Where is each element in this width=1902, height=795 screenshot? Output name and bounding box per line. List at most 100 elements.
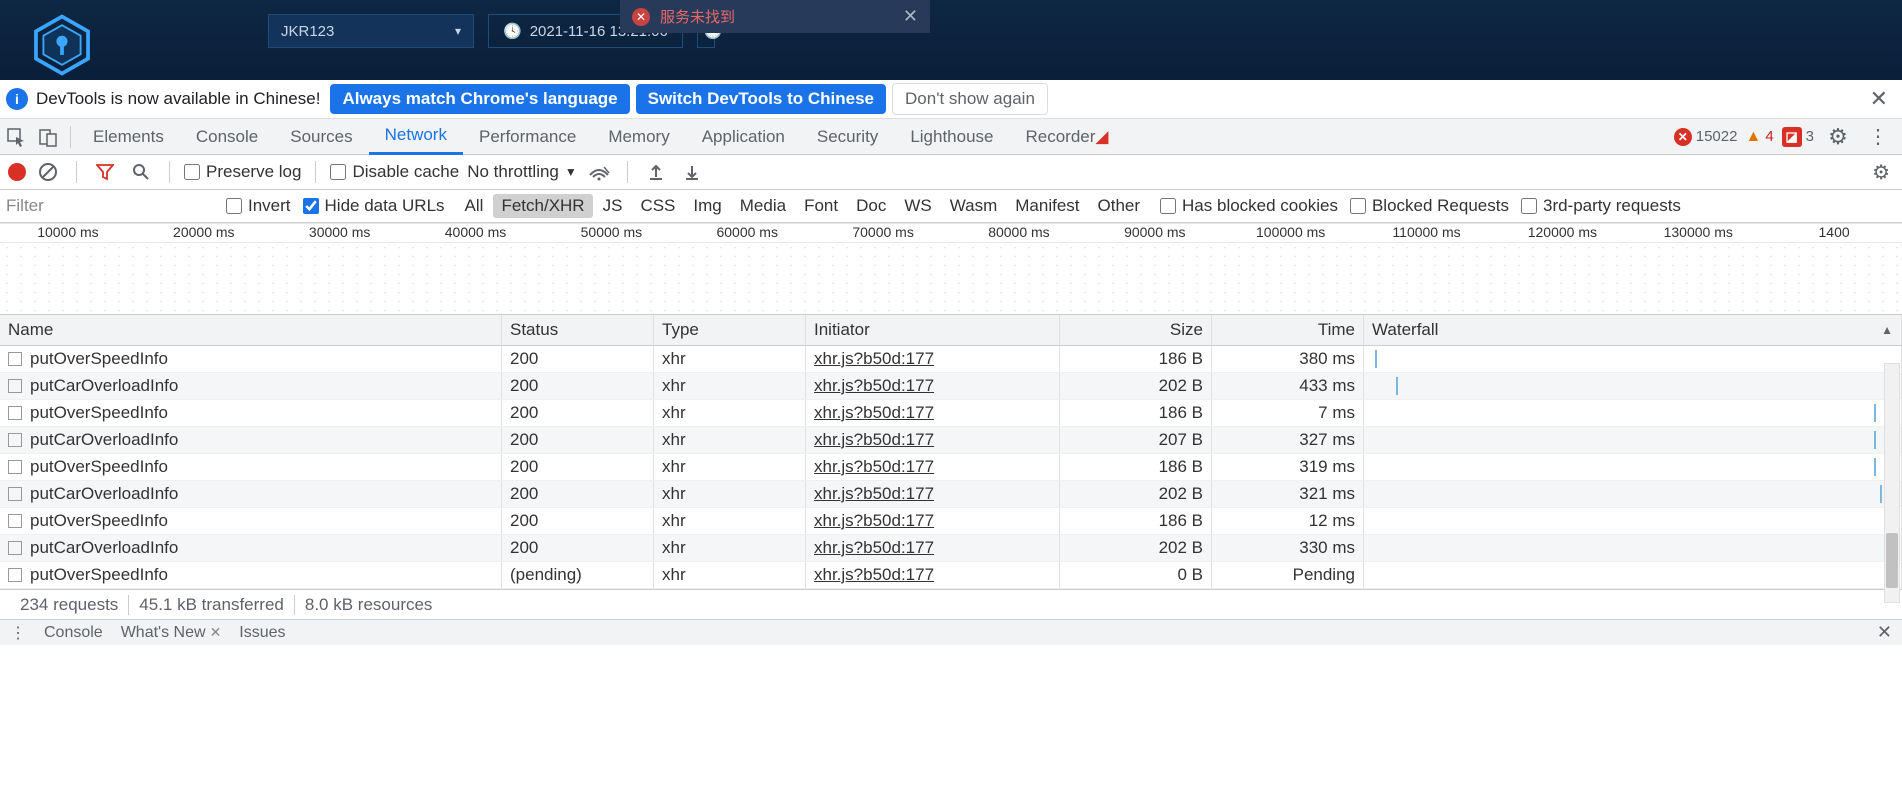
row-checkbox[interactable] [8, 487, 22, 501]
infobar-close-button[interactable]: ✕ [1862, 86, 1896, 112]
dont-show-again-button[interactable]: Don't show again [892, 83, 1048, 115]
tab-security[interactable]: Security [801, 119, 894, 155]
tab-application[interactable]: Application [686, 119, 801, 155]
col-header-status[interactable]: Status [502, 315, 654, 345]
blocked-cookies-checkbox[interactable]: Has blocked cookies [1160, 196, 1338, 216]
filter-input[interactable] [4, 192, 214, 220]
row-checkbox[interactable] [8, 568, 22, 582]
table-row[interactable]: putCarOverloadInfo200xhrxhr.js?b50d:1772… [0, 481, 1902, 508]
col-header-initiator[interactable]: Initiator [806, 315, 1060, 345]
row-checkbox[interactable] [8, 460, 22, 474]
cell-name: putOverSpeedInfo [30, 403, 168, 423]
table-row[interactable]: putOverSpeedInfo200xhrxhr.js?b50d:177186… [0, 454, 1902, 481]
timeline-tick: 1400 [1766, 224, 1902, 242]
filter-type-all[interactable]: All [457, 194, 492, 218]
filter-type-manifest[interactable]: Manifest [1007, 194, 1087, 218]
invert-checkbox[interactable]: Invert [226, 196, 291, 216]
tab-lighthouse[interactable]: Lighthouse [894, 119, 1009, 155]
blocked-requests-checkbox[interactable]: Blocked Requests [1350, 196, 1509, 216]
search-icon[interactable] [127, 158, 155, 186]
warning-count-badge[interactable]: ▲4 [1745, 128, 1773, 146]
filter-type-img[interactable]: Img [685, 194, 729, 218]
table-row[interactable]: putOverSpeedInfo200xhrxhr.js?b50d:177186… [0, 346, 1902, 373]
cell-initiator[interactable]: xhr.js?b50d:177 [814, 403, 934, 423]
row-checkbox[interactable] [8, 514, 22, 528]
filter-type-font[interactable]: Font [796, 194, 846, 218]
tab-network[interactable]: Network [369, 119, 463, 155]
tab-performance[interactable]: Performance [463, 119, 592, 155]
cell-initiator[interactable]: xhr.js?b50d:177 [814, 430, 934, 450]
network-conditions-icon[interactable] [585, 158, 613, 186]
disable-cache-checkbox[interactable]: Disable cache [330, 162, 459, 182]
filter-type-css[interactable]: CSS [632, 194, 683, 218]
table-row[interactable]: putOverSpeedInfo(pending)xhrxhr.js?b50d:… [0, 562, 1902, 589]
filter-type-doc[interactable]: Doc [848, 194, 894, 218]
cell-initiator[interactable]: xhr.js?b50d:177 [814, 376, 934, 396]
vehicle-select[interactable]: JKR123 ▾ [268, 14, 474, 48]
table-row[interactable]: putCarOverloadInfo200xhrxhr.js?b50d:1772… [0, 535, 1902, 562]
row-checkbox[interactable] [8, 541, 22, 555]
tab-elements[interactable]: Elements [77, 119, 180, 155]
col-header-type[interactable]: Type [654, 315, 806, 345]
cell-time: 7 ms [1318, 403, 1355, 423]
issue-count-badge[interactable]: ◪3 [1782, 127, 1814, 147]
drawer-menu-icon[interactable]: ⋮ [10, 623, 26, 643]
third-party-checkbox[interactable]: 3rd-party requests [1521, 196, 1681, 216]
close-icon[interactable]: ✕ [210, 624, 222, 641]
always-match-button[interactable]: Always match Chrome's language [330, 84, 629, 114]
drawer-tab-whatsnew[interactable]: What's New✕ [121, 624, 222, 642]
table-row[interactable]: putCarOverloadInfo200xhrxhr.js?b50d:1772… [0, 427, 1902, 454]
drawer-tab-console[interactable]: Console [44, 624, 103, 642]
throttling-select[interactable]: No throttling▼ [467, 162, 577, 182]
upload-har-icon[interactable] [642, 158, 670, 186]
cell-size: 202 B [1159, 484, 1203, 504]
filter-type-js[interactable]: JS [595, 194, 631, 218]
divider [315, 161, 316, 183]
col-header-time[interactable]: Time [1212, 315, 1364, 345]
table-row[interactable]: putCarOverloadInfo200xhrxhr.js?b50d:1772… [0, 373, 1902, 400]
cell-initiator[interactable]: xhr.js?b50d:177 [814, 538, 934, 558]
drawer-close-icon[interactable]: ✕ [1877, 622, 1892, 643]
cell-initiator[interactable]: xhr.js?b50d:177 [814, 457, 934, 477]
error-count-badge[interactable]: ✕15022 [1674, 128, 1738, 146]
cell-initiator[interactable]: xhr.js?b50d:177 [814, 349, 934, 369]
filter-type-fetchxhr[interactable]: Fetch/XHR [493, 194, 592, 218]
row-checkbox[interactable] [8, 433, 22, 447]
drawer-tab-issues[interactable]: Issues [239, 624, 285, 642]
preserve-log-checkbox[interactable]: Preserve log [184, 162, 301, 182]
filter-type-wasm[interactable]: Wasm [942, 194, 1006, 218]
tab-sources[interactable]: Sources [274, 119, 368, 155]
settings-gear-icon[interactable]: ⚙ [1822, 121, 1854, 153]
cell-initiator[interactable]: xhr.js?b50d:177 [814, 484, 934, 504]
cell-initiator[interactable]: xhr.js?b50d:177 [814, 511, 934, 531]
cell-initiator[interactable]: xhr.js?b50d:177 [814, 565, 934, 585]
filter-type-other[interactable]: Other [1090, 194, 1149, 218]
row-checkbox[interactable] [8, 352, 22, 366]
device-toggle-icon[interactable] [32, 121, 64, 153]
clear-button[interactable] [34, 158, 62, 186]
row-checkbox[interactable] [8, 379, 22, 393]
more-menu-icon[interactable]: ⋮ [1862, 121, 1894, 153]
col-header-name[interactable]: Name [0, 315, 502, 345]
row-checkbox[interactable] [8, 406, 22, 420]
table-row[interactable]: putOverSpeedInfo200xhrxhr.js?b50d:177186… [0, 400, 1902, 427]
tab-memory[interactable]: Memory [592, 119, 685, 155]
network-settings-icon[interactable]: ⚙ [1868, 160, 1894, 185]
hide-data-urls-checkbox[interactable]: Hide data URLs [303, 196, 445, 216]
timeline-overview[interactable] [0, 243, 1902, 315]
timeline-ruler[interactable]: 10000 ms20000 ms30000 ms40000 ms50000 ms… [0, 223, 1902, 243]
tab-recorder[interactable]: Recorder ◢ [1010, 119, 1125, 155]
filter-type-media[interactable]: Media [732, 194, 794, 218]
filter-type-ws[interactable]: WS [896, 194, 939, 218]
tab-console[interactable]: Console [180, 119, 274, 155]
record-button[interactable] [8, 163, 26, 181]
col-header-size[interactable]: Size [1060, 315, 1212, 345]
switch-language-button[interactable]: Switch DevTools to Chinese [636, 84, 886, 114]
inspect-icon[interactable] [0, 121, 32, 153]
col-header-waterfall[interactable]: Waterfall▲ [1364, 315, 1902, 345]
table-row[interactable]: putOverSpeedInfo200xhrxhr.js?b50d:177186… [0, 508, 1902, 535]
download-har-icon[interactable] [678, 158, 706, 186]
toast-close-button[interactable]: ✕ [903, 6, 918, 27]
vertical-scrollbar[interactable] [1884, 363, 1900, 603]
filter-icon[interactable] [91, 158, 119, 186]
